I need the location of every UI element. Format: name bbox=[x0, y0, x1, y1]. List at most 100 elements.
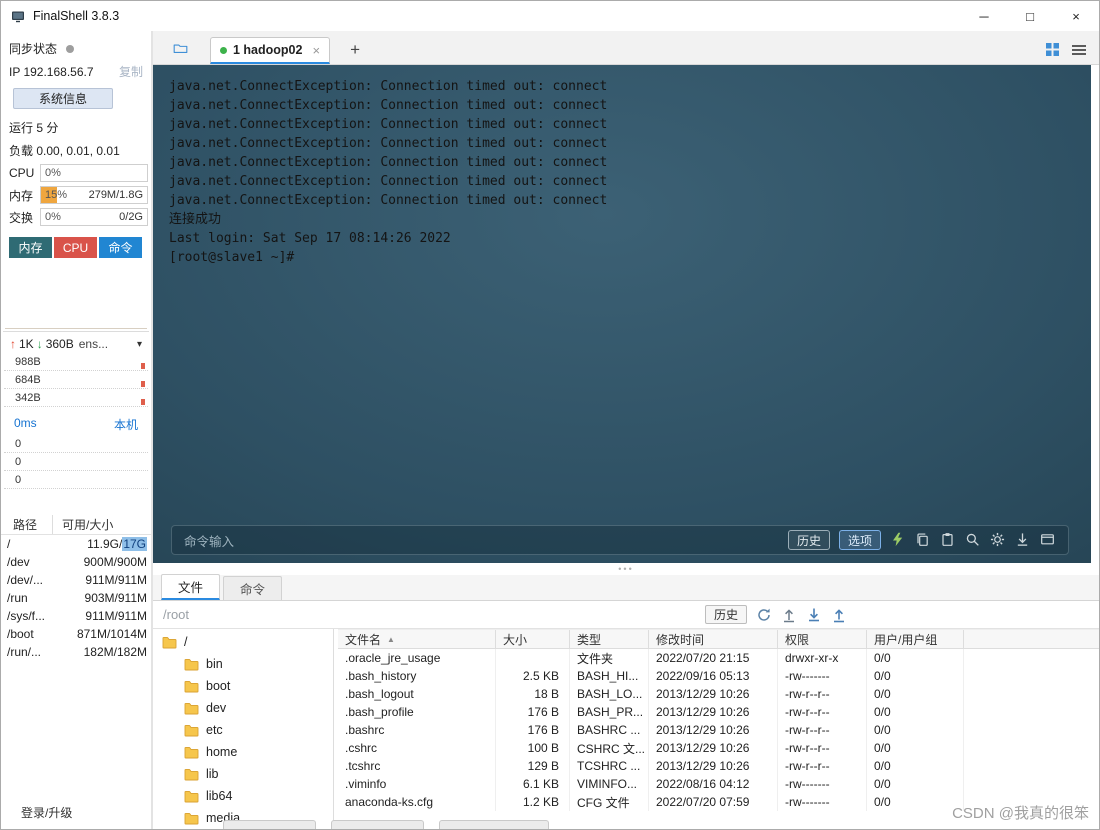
table-row[interactable]: .bash_profile 176 B BASH_PR... 2013/12/29 1… bbox=[338, 703, 1099, 721]
tree-item-etc[interactable]: etc bbox=[153, 719, 333, 741]
tree-item-boot[interactable]: boot bbox=[153, 675, 333, 697]
connection-tab[interactable]: 1 hadoop02 × bbox=[210, 37, 331, 64]
cell-owner: 0/0 bbox=[867, 793, 964, 811]
cell-type: CFG 文件 bbox=[570, 793, 649, 811]
column-header-3[interactable]: 类型 bbox=[570, 630, 649, 648]
cell-modified: 2022/08/16 04:12 bbox=[649, 775, 778, 793]
command-input[interactable]: 命令输入 bbox=[184, 531, 234, 550]
tree-item-lib64[interactable]: lib64 bbox=[153, 785, 333, 807]
file-panel-tab-1[interactable]: 文件 bbox=[161, 574, 221, 600]
cpu-meter: 0% bbox=[40, 164, 148, 182]
titlebar: FinalShell 3.8.3 ─ □ × bbox=[1, 1, 1099, 31]
network-gridline: 342B bbox=[4, 389, 148, 407]
terminal-line: 连接成功 bbox=[169, 212, 222, 227]
history-button[interactable]: 历史 bbox=[787, 530, 830, 550]
new-tab-button[interactable]: + bbox=[344, 40, 366, 59]
connection-tabbar: 1 hadoop02 × + bbox=[153, 31, 1099, 65]
network-gridline: 988B bbox=[4, 353, 148, 371]
disk-capacity: 871M/1014M bbox=[76, 627, 147, 641]
tree-item-dev[interactable]: dev bbox=[153, 697, 333, 719]
cell-size: 6.1 KB bbox=[496, 775, 570, 793]
table-row[interactable]: .bash_history 2.5 KB BASH_HI... 2022/09/16 … bbox=[338, 667, 1099, 685]
login-upgrade-link[interactable]: 登录/升级 bbox=[21, 804, 72, 821]
column-header-5[interactable]: 权限 bbox=[778, 630, 867, 648]
copy-ip-button[interactable]: 复制 bbox=[119, 63, 143, 80]
download-file-icon[interactable] bbox=[806, 607, 822, 623]
path-input[interactable]: /root bbox=[153, 607, 189, 622]
disk-row: /run/... 182M/182M bbox=[1, 643, 151, 661]
connection-manager-button[interactable] bbox=[167, 36, 194, 60]
paste-icon[interactable] bbox=[940, 532, 956, 548]
tree-item-lib[interactable]: lib bbox=[153, 763, 333, 785]
upload-file-icon[interactable] bbox=[831, 607, 847, 623]
file-panel-tab-2[interactable]: 命令 bbox=[223, 576, 283, 600]
sidebar-graph-tab-3[interactable]: 命令 bbox=[99, 237, 142, 258]
column-header-label: 修改时间 bbox=[656, 632, 705, 647]
tree-item-label: boot bbox=[206, 679, 231, 693]
sidebar-graph-tab-1[interactable]: 内存 bbox=[9, 237, 52, 258]
column-header-label: 用户/用户组 bbox=[874, 632, 938, 647]
ping-latency: 0ms bbox=[14, 416, 37, 430]
table-row[interactable]: .cshrc 100 B CSHRC 文... 2013/12/29 10:26 -rw… bbox=[338, 739, 1099, 757]
folder-icon bbox=[184, 790, 199, 803]
interface-dropdown-icon[interactable]: ▾ bbox=[137, 339, 142, 350]
lightning-icon[interactable] bbox=[890, 532, 906, 548]
refresh-icon[interactable] bbox=[756, 607, 772, 623]
memory-percent: 15% bbox=[45, 189, 68, 201]
column-header-1[interactable]: 文件名 ▲ bbox=[338, 630, 496, 648]
search-icon[interactable] bbox=[965, 532, 981, 548]
path-history-button[interactable]: 历史 bbox=[705, 605, 748, 624]
cell-perm: -rw-r--r-- bbox=[778, 703, 867, 721]
menu-icon[interactable] bbox=[1071, 44, 1087, 56]
cell-modified: 2022/07/20 07:59 bbox=[649, 793, 778, 811]
network-summary: ↑ 1K ↓ 360B ens... ▾ bbox=[1, 332, 151, 353]
disk-path: /boot bbox=[7, 627, 34, 641]
maximize-button[interactable]: □ bbox=[1007, 1, 1053, 31]
disk-path: /run bbox=[7, 591, 28, 605]
column-header-4[interactable]: 修改时间 bbox=[649, 630, 778, 648]
disk-path: /run/... bbox=[7, 645, 42, 659]
sidebar-graph-tab-2[interactable]: CPU bbox=[54, 237, 97, 258]
tree-item-bin[interactable]: bin bbox=[153, 653, 333, 675]
table-row[interactable]: .bashrc 176 B BASHRC ... 2013/12/29 10:26 -r… bbox=[338, 721, 1099, 739]
panel-resize-handle[interactable]: ••• bbox=[153, 563, 1099, 575]
tree-item-root[interactable]: / bbox=[153, 631, 333, 653]
tree-item-label: / bbox=[184, 635, 188, 649]
disk-path: /dev bbox=[7, 555, 30, 569]
parent-directory-icon[interactable] bbox=[781, 607, 797, 623]
column-header-6[interactable]: 用户/用户组 bbox=[867, 630, 964, 648]
ping-gridline: 0 bbox=[4, 435, 148, 453]
minimize-button[interactable]: ─ bbox=[961, 1, 1007, 31]
copy-icon[interactable] bbox=[915, 532, 931, 548]
cell-size: 18 B bbox=[496, 685, 570, 703]
gear-icon[interactable] bbox=[990, 532, 1006, 548]
folder-icon bbox=[184, 680, 199, 693]
disk-capacity: 900M/900M bbox=[83, 555, 147, 569]
download-icon[interactable] bbox=[1015, 532, 1031, 548]
table-row[interactable]: .bash_logout 18 B BASH_LO... 2013/12/29 10:… bbox=[338, 685, 1099, 703]
disk-row: /dev/... 911M/911M bbox=[1, 571, 151, 589]
terminal[interactable]: java.net.ConnectException: Connection ti… bbox=[153, 65, 1091, 563]
system-info-button[interactable]: 系统信息 bbox=[13, 88, 113, 109]
table-row[interactable]: .viminfo 6.1 KB VIMINFO... 2022/08/16 04:12… bbox=[338, 775, 1099, 793]
tree-item-label: home bbox=[206, 745, 238, 759]
layout-grid-icon[interactable] bbox=[1045, 42, 1060, 57]
tree-item-home[interactable]: home bbox=[153, 741, 333, 763]
table-row[interactable]: .oracle_jre_usage 文件夹 2022/07/20 21:15 drwx… bbox=[338, 649, 1099, 667]
bottom-stub-tab[interactable] bbox=[439, 820, 549, 829]
column-header-2[interactable]: 大小 bbox=[496, 630, 570, 648]
connected-status-icon bbox=[220, 46, 227, 54]
close-button[interactable]: × bbox=[1053, 1, 1099, 31]
bottom-stub-tab[interactable] bbox=[223, 820, 316, 829]
cell-owner: 0/0 bbox=[867, 739, 964, 757]
bottom-stub-tab[interactable] bbox=[331, 820, 424, 829]
cell-name: .viminfo bbox=[338, 775, 496, 793]
table-row[interactable]: .tcshrc 129 B TCSHRC ... 2013/12/29 10:26 -r… bbox=[338, 757, 1099, 775]
cell-name: .tcshrc bbox=[338, 757, 496, 775]
cell-perm: drwxr-xr-x bbox=[778, 649, 867, 667]
tree-item-label: dev bbox=[206, 701, 227, 715]
cell-perm: -rw-r--r-- bbox=[778, 739, 867, 757]
options-button[interactable]: 选项 bbox=[838, 530, 881, 550]
new-window-icon[interactable] bbox=[1040, 532, 1056, 548]
close-tab-icon[interactable]: × bbox=[312, 43, 320, 58]
